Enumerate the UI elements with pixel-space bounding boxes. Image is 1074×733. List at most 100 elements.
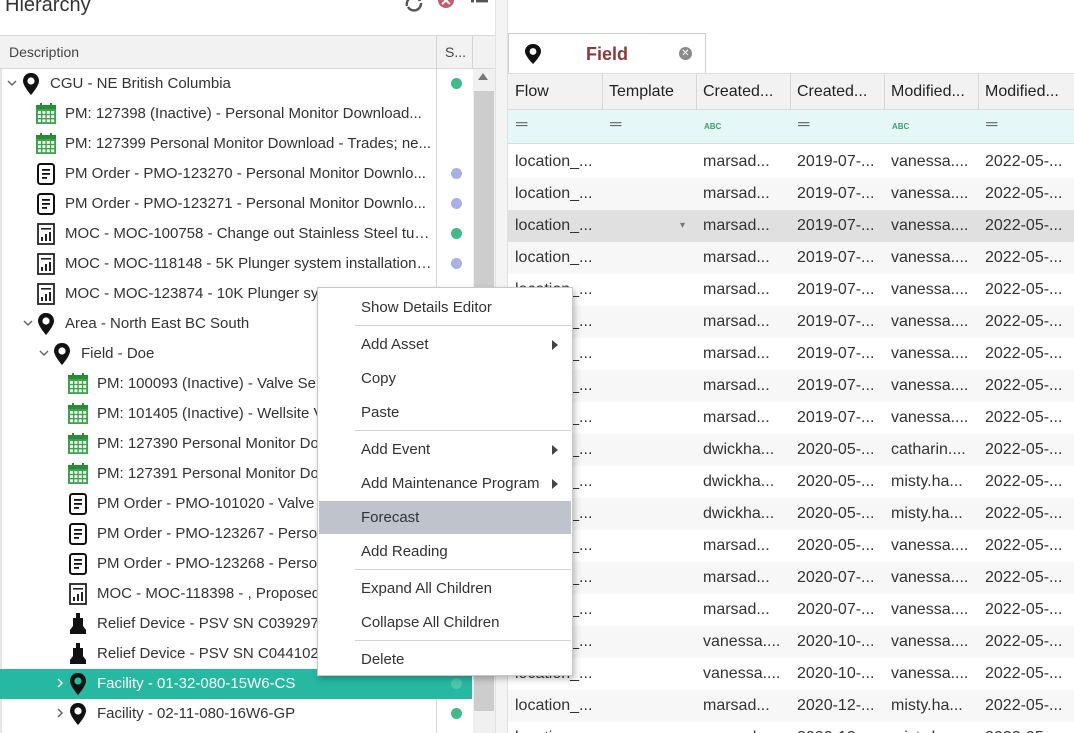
column-header-status[interactable]: S... [445,44,466,60]
column-header[interactable]: Created... [703,83,773,101]
grid-cell[interactable]: vanessa.... [703,633,780,651]
tree-row[interactable]: MOC - MOC-118148 - 5K Plunger system ins… [0,249,472,279]
grid-cell[interactable]: 2022-05-... [985,153,1062,171]
menu-item[interactable]: Forecast [319,501,571,534]
column-divider[interactable] [602,74,603,111]
menu-item[interactable]: Expand All Children [319,572,571,605]
column-divider[interactable] [790,74,791,111]
chevron-right-icon[interactable] [54,677,66,689]
grid-cell[interactable]: marsad... [703,185,770,203]
grid-cell[interactable]: location_... [515,185,592,203]
grid-row[interactable]: location_...marsad...2019-07-...vanessa.… [508,370,1074,402]
grid-row[interactable]: location_... marsad... 2019-07-... vanessa.… [508,178,1074,210]
menu-item[interactable]: Paste [319,396,571,429]
refresh-icon[interactable] [403,0,425,14]
grid-cell[interactable]: vanessa.... [891,345,968,363]
grid-cell[interactable]: 2022-05-... [985,601,1062,619]
grid-cell[interactable]: 2022-05-... [985,729,1062,733]
grid-cell[interactable]: vanessa.... [891,601,968,619]
grid-row[interactable]: location_... marsad... 2020-12-... misty.ha… [508,722,1074,733]
menu-item[interactable]: Delete [319,643,571,676]
grid-row[interactable]: location_...marsad...2020-05-...vanessa.… [508,530,1074,562]
filter-equals-icon[interactable]: ═ [986,116,997,134]
grid-cell[interactable]: 2022-05-... [985,185,1062,203]
grid-cell[interactable]: 2019-07-... [797,281,874,299]
grid-cell[interactable]: misty.ha... [891,505,963,523]
grid-cell[interactable]: 2022-05-... [985,313,1062,331]
grid-cell[interactable]: 2022-05-... [985,697,1062,715]
grid-row[interactable]: location_...marsad...2019-07-...vanessa.… [508,146,1074,178]
filter-equals-icon[interactable]: ═ [516,116,527,134]
grid-cell[interactable]: marsad... [703,729,770,733]
column-divider[interactable] [978,74,979,111]
grid-cell[interactable]: marsad... [703,377,770,395]
grid-cell[interactable]: 2022-05-... [985,281,1062,299]
chevron-down-icon[interactable] [22,317,34,329]
grid-cell[interactable]: vanessa.... [891,281,968,299]
grid-cell[interactable]: 2022-05-... [985,505,1062,523]
grid-cell[interactable]: vanessa.... [891,633,968,651]
grid-cell[interactable]: misty.ha... [891,473,963,491]
grid-cell[interactable]: 2020-12-... [797,729,874,733]
grid-cell[interactable]: 2020-05-... [797,537,874,555]
grid-cell[interactable]: location_... [515,729,592,733]
grid-cell[interactable]: 2020-10-... [797,633,874,651]
column-header[interactable]: Modified... [985,83,1059,101]
grid-cell[interactable]: marsad... [703,345,770,363]
grid-cell[interactable]: vanessa.... [891,185,968,203]
grid-cell[interactable]: vanessa.... [891,249,968,267]
tab-field[interactable]: Field ✕ [508,33,706,73]
grid-cell[interactable]: vanessa.... [891,409,968,427]
grid-cell[interactable]: 2022-05-... [985,409,1062,427]
grid-cell[interactable]: 2019-07-... [797,409,874,427]
tree-row[interactable]: PM: 127398 (Inactive) - Personal Monitor… [0,99,472,129]
grid-cell[interactable]: vanessa.... [891,537,968,555]
menu-item[interactable]: Collapse All Children [319,606,571,639]
grid-cell[interactable]: marsad... [703,569,770,587]
tree-row[interactable]: PM Order - PMO-123271 - Personal Monitor… [0,189,472,219]
column-divider[interactable] [884,74,885,111]
column-header[interactable]: Template [609,83,674,101]
grid-cell[interactable]: dwickha... [703,473,774,491]
menu-item[interactable]: Add Asset [319,328,571,361]
menu-item[interactable]: Add Event [319,433,571,466]
list-menu-icon[interactable] [469,0,491,14]
grid-cell[interactable]: vanessa.... [891,313,968,331]
grid-cell[interactable]: marsad... [703,313,770,331]
grid-cell[interactable]: vanessa.... [891,153,968,171]
grid-cell[interactable]: 2022-05-... [985,377,1062,395]
column-header[interactable]: Flow [515,83,549,101]
filter-text-icon[interactable]: ABC [704,122,721,131]
grid-cell[interactable]: 2020-07-... [797,601,874,619]
grid-row[interactable]: location_...marsad...2019-07-...vanessa.… [508,306,1074,338]
grid-cell[interactable]: marsad... [703,537,770,555]
grid-cell[interactable]: 2020-12-... [797,697,874,715]
grid-row[interactable]: location_...marsad...2019-07-...vanessa.… [508,274,1074,306]
chevron-right-icon[interactable] [54,707,66,719]
tree-row[interactable]: PM Order - PMO-123270 - Personal Monitor… [0,159,472,189]
grid-cell[interactable]: 2019-07-... [797,217,874,235]
chevron-down-icon[interactable] [6,77,18,89]
tree-row[interactable]: Facility - 02-11-080-16W6-GP [0,699,472,729]
grid-cell[interactable]: 2019-07-... [797,185,874,203]
grid-cell[interactable]: 2022-05-... [985,249,1062,267]
grid-row[interactable]: location_...marsad...2019-07-...vanessa.… [508,242,1074,274]
grid-cell[interactable]: marsad... [703,217,770,235]
chevron-down-icon[interactable] [38,347,50,359]
grid-cell[interactable]: 2020-05-... [797,441,874,459]
grid-cell[interactable]: marsad... [703,601,770,619]
dropdown-arrow-icon[interactable]: ▾ [680,220,685,231]
grid-cell[interactable]: 2020-05-... [797,505,874,523]
grid-cell[interactable]: vanessa.... [703,665,780,683]
grid-row[interactable]: location_...dwickha...2020-05-...cathari… [508,434,1074,466]
grid-cell[interactable]: 2022-05-... [985,537,1062,555]
grid-cell[interactable]: 2019-07-... [797,377,874,395]
grid-cell[interactable]: marsad... [703,409,770,427]
grid-cell[interactable]: marsad... [703,249,770,267]
grid-cell[interactable]: location_... [515,249,592,267]
grid-cell[interactable]: misty.ha... [891,697,963,715]
grid-cell[interactable]: vanessa.... [891,377,968,395]
grid-cell[interactable]: 2022-05-... [985,633,1062,651]
grid-row[interactable]: location_... marsad... 2020-12-... misty.ha… [508,690,1074,722]
grid-cell[interactable]: location_... [515,217,592,235]
